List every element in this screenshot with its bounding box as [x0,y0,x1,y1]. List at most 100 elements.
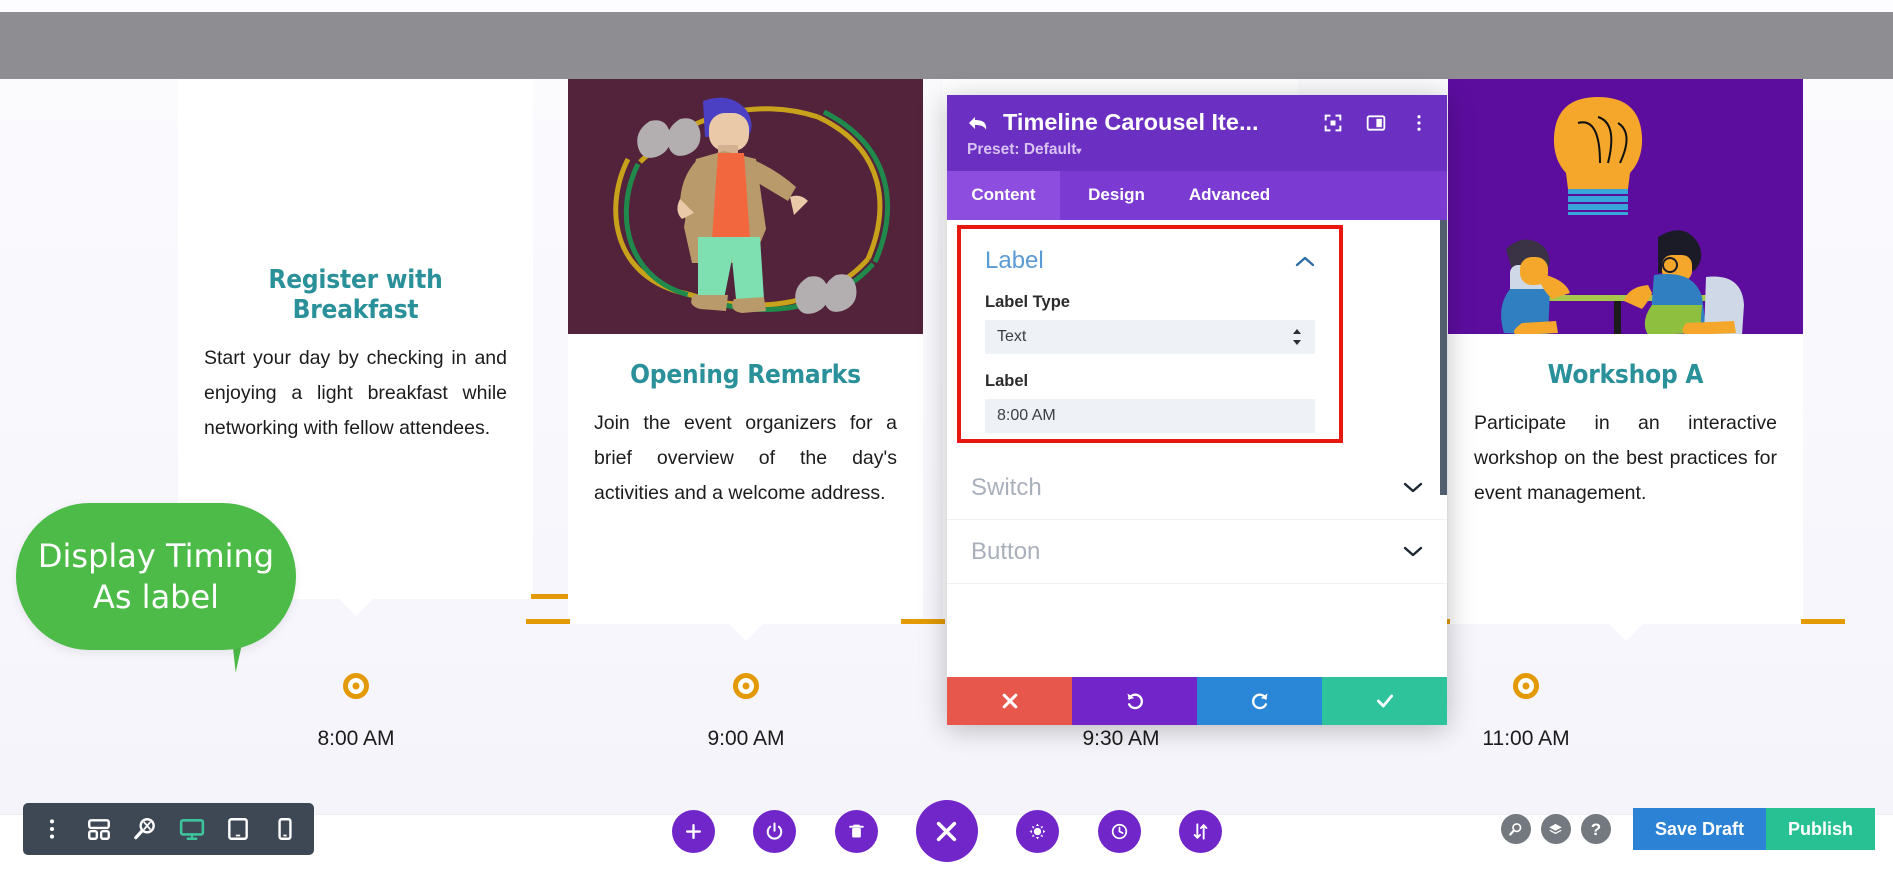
label-input-value: 8:00 AM [997,407,1056,424]
timeline-marker[interactable] [343,673,369,699]
card-description: Join the event organizers for a brief ov… [594,412,897,504]
button-section-header[interactable]: Button [947,520,1447,584]
label-type-value: Text [997,328,1027,345]
modal-title: Timeline Carousel Ite... [1003,109,1259,135]
timeline-time-label: 8:00 AM [317,727,395,750]
settings-button[interactable] [1016,809,1060,853]
modal-tabs: Content Design Advanced [947,171,1447,220]
timeline-marker[interactable] [733,673,759,699]
switch-section-header[interactable]: Switch [947,456,1447,520]
label-section-highlight: Label Label Type Text Label 8:00 AM [957,225,1343,443]
label-type-caption: Label Type [985,293,1070,311]
editor-page: Register with Breakfast Start your day b… [0,0,1893,882]
card-description: Start your day by checking in and enjoyi… [204,347,507,439]
card-description: Participate in an interactive workshop o… [1474,412,1777,504]
chevron-down-icon[interactable] [1403,481,1423,494]
callout-text: Display Timing As label [37,536,275,616]
preset-label: Preset: Default [967,141,1077,158]
timeline-marker[interactable] [1513,673,1539,699]
tablet-icon[interactable] [225,816,251,842]
timeline-time-label: 11:00 AM [1482,727,1570,750]
wireframe-toggle-button[interactable] [753,809,797,853]
cancel-button[interactable] [947,677,1072,725]
history-button[interactable] [1097,809,1141,853]
trash-icon [848,824,864,837]
layout-icon[interactable] [1366,113,1386,133]
add-button[interactable] [672,809,715,853]
label-section-header[interactable]: Label [985,247,1315,275]
tab-content[interactable]: Content [947,171,1060,220]
more-vertical-icon[interactable] [39,816,65,842]
redo-icon [1251,693,1267,710]
label-section-title: Label [985,247,1044,274]
modal-body: Label Label Type Text Label 8:00 AM Swit… [947,220,1447,677]
tab-advanced[interactable]: Advanced [1173,171,1286,220]
builder-toolbar [672,800,1222,862]
wireframe-icon[interactable] [86,816,112,842]
top-gray-bar [0,12,1893,79]
save-button[interactable] [1322,677,1447,725]
layers-icon [1549,823,1563,834]
preset-caret: ▾ [1076,146,1082,157]
label-type-select[interactable]: Text [985,320,1315,354]
card-pointer [1606,622,1645,641]
layers-button[interactable] [1540,814,1571,844]
timeline-connector-right [1801,619,1845,624]
switch-section-title: Switch [971,473,1042,501]
save-draft-button[interactable]: Save Draft [1632,808,1766,850]
back-arrow-icon[interactable] [965,111,991,135]
label-input[interactable]: 8:00 AM [985,399,1315,433]
publish-toolbar: ? Save Draft Publish [1500,806,1875,852]
more-vertical-icon[interactable] [1409,113,1429,133]
help-icon: ? [1590,819,1602,839]
portability-button[interactable] [1178,809,1222,853]
close-builder-button[interactable] [915,800,978,862]
chevron-up-icon[interactable] [1295,255,1315,268]
tab-design[interactable]: Design [1060,171,1173,220]
card-title: Register with Breakfast [268,265,443,325]
label-section: Label Label Type Text Label 8:00 AM [961,229,1339,441]
undo-button[interactable] [1072,677,1197,725]
power-icon [767,822,783,840]
plus-icon [685,823,702,839]
delete-button[interactable] [834,809,878,853]
zoom-icon[interactable] [132,816,158,842]
modal-header: Timeline Carousel Ite... Preset: Default… [947,95,1447,171]
mobile-icon[interactable] [272,816,298,842]
timeline-card[interactable]: Workshop A Participate in an interactive… [1406,79,1845,641]
sort-icon [1193,822,1208,840]
spinner-arrows-icon [1293,329,1301,345]
timeline-card[interactable]: Opening Remarks Join the event organizer… [526,79,965,641]
expand-icon[interactable] [1323,113,1343,133]
history-icon [1111,823,1127,839]
redo-button[interactable] [1197,677,1322,725]
preset-selector[interactable]: Preset: Default▾ [967,141,1429,159]
card-title: Workshop A [1547,360,1704,390]
search-icon [1509,822,1522,836]
button-section-title: Button [971,537,1041,565]
publish-actions: Save Draft Publish [1632,808,1875,850]
gear-icon [1029,823,1046,839]
view-toolbar [23,803,314,855]
card-pointer [726,622,765,641]
close-icon [1002,693,1017,709]
modal-footer [947,677,1447,725]
desktop-icon[interactable] [179,816,205,842]
label-caption: Label [985,372,1029,390]
publish-button[interactable]: Publish [1765,808,1875,850]
lightbulb-meeting-illustration-image [1448,79,1803,334]
timeline-connector-left [526,619,570,624]
card-title: Opening Remarks [630,360,861,390]
module-settings-modal: Timeline Carousel Ite... Preset: Default… [947,95,1447,725]
card-pointer [336,597,375,616]
timeline-connector-left [901,619,945,624]
display-timing-callout: Display Timing As label [16,503,296,650]
search-button[interactable] [1500,814,1531,844]
chevron-down-icon[interactable] [1403,545,1423,558]
help-button[interactable]: ? [1580,814,1611,844]
close-icon [937,821,957,841]
timeline-time-label: 9:00 AM [707,727,785,750]
speaker-illustration-image [568,79,923,334]
modal-scrollbar[interactable] [1440,220,1447,495]
check-icon [1376,694,1393,708]
